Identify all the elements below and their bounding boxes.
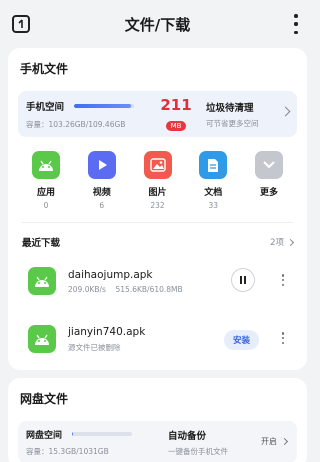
phone-storage-label: 手机空间 [26, 101, 65, 113]
more-options-icon[interactable] [281, 332, 285, 344]
download-item[interactable]: daihaojump.apk 209.0KB/s 515.6KB/610.8MB [18, 257, 297, 305]
junk-unit: MB [165, 120, 187, 131]
auto-backup-subtitle: 一键备份手机文件 [168, 446, 228, 456]
category-label: 视频 [92, 188, 111, 198]
download-name: jianyin740.apk [68, 325, 146, 338]
junk-title: 垃圾待清理 [206, 102, 254, 114]
category-images[interactable]: 图片 232 [134, 151, 182, 210]
auto-backup-title: 自动备份 [168, 430, 207, 442]
phone-files-title: 手机文件 [20, 62, 69, 76]
category-count: 0 [43, 201, 49, 210]
junk-subtitle: 可节省更多空间 [206, 118, 259, 128]
category-grid: 应用 0 视频 6 图片 232 文档 33 更多 [22, 151, 293, 210]
junk-size: 211 MB [156, 97, 196, 132]
cloud-files-title: 网盘文件 [20, 392, 69, 406]
download-item[interactable]: jianyin740.apk 源文件已被删除 安装 [18, 315, 297, 363]
category-label: 应用 [36, 188, 55, 198]
download-status: 209.0KB/s 515.6KB/610.8MB [68, 284, 183, 294]
chevron-down-icon [255, 151, 283, 179]
cloud-storage-bar [72, 432, 133, 436]
recent-downloads-count: 2项 [270, 238, 284, 248]
chevron-right-icon[interactable] [280, 106, 291, 117]
phone-storage[interactable]: 手机空间 容量：103.26GB/109.46GB [26, 99, 156, 130]
junk-clean-entry[interactable]: 垃圾待清理 可节省更多空间 [206, 100, 259, 129]
category-apps[interactable]: 应用 0 [22, 151, 70, 210]
category-label: 图片 [148, 188, 167, 198]
recent-downloads-count-link[interactable]: 2项 [270, 236, 295, 248]
page-title: 文件/下载 [124, 15, 191, 34]
enable-backup-label: 开启 [261, 437, 277, 446]
junk-number: 211 [160, 95, 192, 114]
cloud-storage-usage: 容量：15.3GB/1031GB [26, 446, 109, 456]
enable-backup-link[interactable]: 开启 [261, 436, 289, 447]
android-icon [28, 267, 56, 295]
image-icon [143, 151, 172, 179]
more-options-icon[interactable] [281, 274, 285, 286]
android-icon [28, 325, 56, 353]
top-bar: 文件/下载 [0, 0, 315, 48]
category-count: 33 [208, 201, 219, 210]
category-count: 232 [150, 201, 165, 210]
phone-storage-usage: 容量：103.26GB/109.46GB [26, 119, 126, 129]
download-name: daihaojump.apk [68, 268, 153, 281]
phone-files-card: 手机文件 手机空间 容量：103.26GB/109.46GB 211 MB 垃圾… [8, 48, 307, 370]
cloud-files-card: 网盘文件 网盘空间 容量：15.3GB/1031GB 自动备份 一键备份手机文件… [8, 378, 307, 462]
category-videos[interactable]: 视频 6 [78, 151, 126, 210]
android-icon [32, 151, 60, 179]
recent-downloads-header: 最近下载 2项 [18, 235, 297, 249]
category-label: 更多 [259, 188, 278, 198]
cloud-storage-panel[interactable]: 网盘空间 容量：15.3GB/1031GB 自动备份 一键备份手机文件 开启 [18, 421, 297, 462]
install-button[interactable]: 安装 [223, 330, 259, 350]
category-count: 6 [99, 201, 105, 210]
chevron-right-icon [280, 437, 289, 446]
more-options-icon[interactable] [293, 14, 299, 34]
category-more[interactable]: 更多 [245, 151, 293, 210]
document-icon [199, 151, 228, 179]
phone-storage-bar [74, 103, 135, 108]
category-label: 文档 [204, 188, 223, 198]
play-icon [87, 151, 116, 179]
recent-downloads-title: 最近下载 [22, 238, 61, 249]
category-documents[interactable]: 文档 33 [189, 151, 237, 210]
chevron-right-icon [286, 238, 295, 246]
pause-button[interactable] [231, 268, 255, 292]
phone-storage-panel[interactable]: 手机空间 容量：103.26GB/109.46GB 211 MB 垃圾待清理 可… [18, 91, 297, 137]
divider [22, 222, 293, 223]
back-icon[interactable] [12, 15, 30, 33]
cloud-storage-label: 网盘空间 [26, 430, 63, 441]
auto-backup[interactable]: 自动备份 一键备份手机文件 [168, 428, 228, 457]
download-status: 源文件已被删除 [68, 342, 121, 352]
cloud-storage[interactable]: 网盘空间 容量：15.3GB/1031GB [26, 428, 168, 457]
